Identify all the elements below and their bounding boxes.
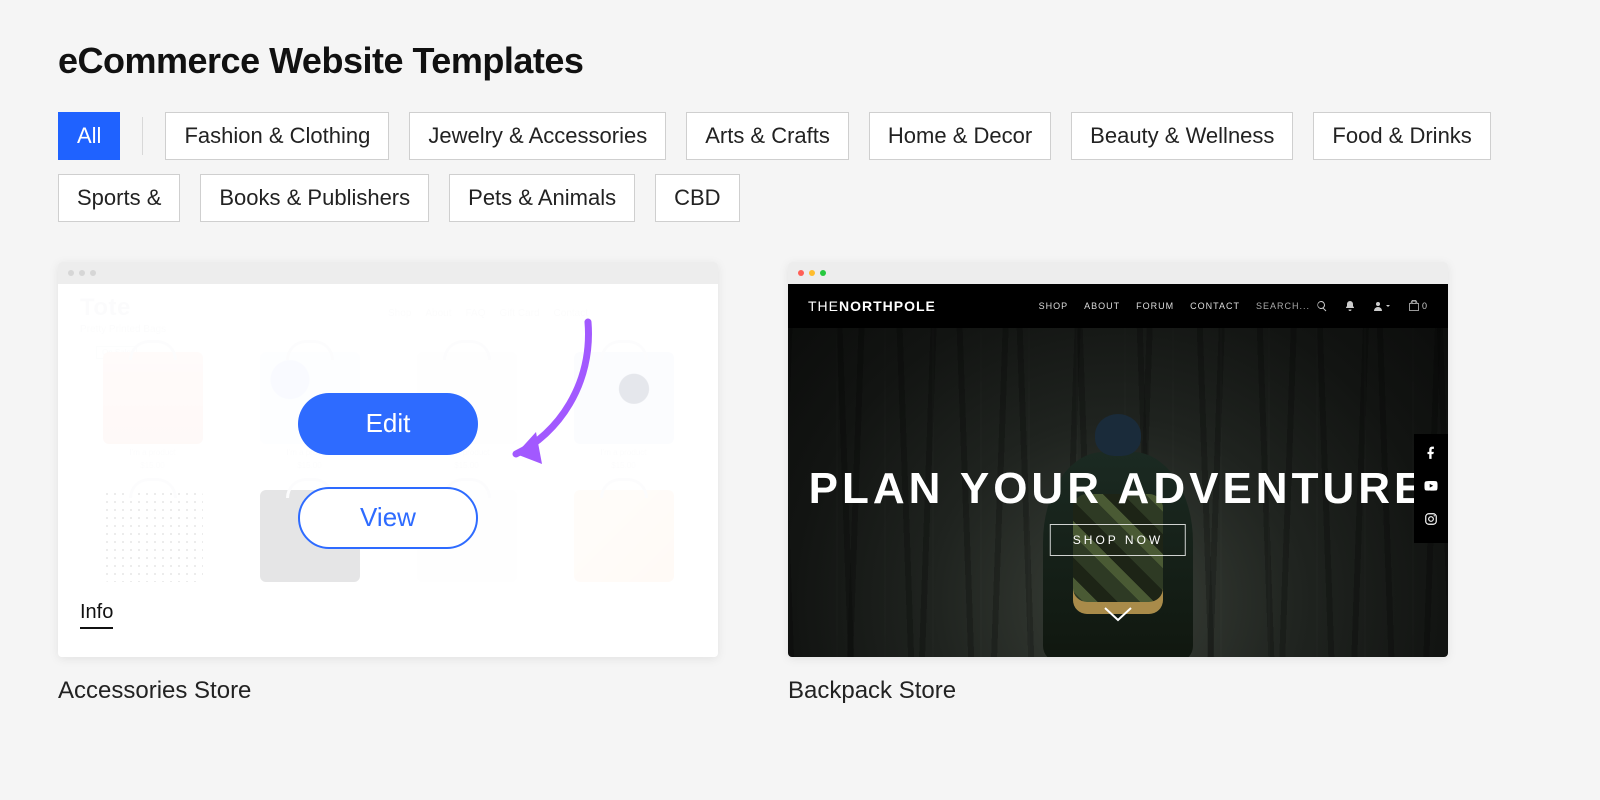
scroll-down-icon[interactable] [1103, 606, 1133, 629]
nav-forum[interactable]: FORUM [1136, 301, 1174, 311]
preview-top-nav: THENORTHPOLE SHOP ABOUT FORUM CONTACT SE… [788, 284, 1448, 328]
view-button[interactable]: View [298, 487, 478, 549]
filter-bar: All Fashion & Clothing Jewelry & Accesso… [58, 112, 1542, 222]
filter-cbd[interactable]: CBD [655, 174, 739, 222]
filter-beauty[interactable]: Beauty & Wellness [1071, 112, 1293, 160]
nav-about[interactable]: ABOUT [1084, 301, 1120, 311]
filter-fashion[interactable]: Fashion & Clothing [165, 112, 389, 160]
template-preview-backpack[interactable]: THENORTHPOLE SHOP ABOUT FORUM CONTACT SE… [788, 262, 1448, 657]
browser-chrome [58, 262, 718, 284]
filter-arts[interactable]: Arts & Crafts [686, 112, 849, 160]
filter-all[interactable]: All [58, 112, 120, 160]
browser-chrome [788, 262, 1448, 284]
info-link[interactable]: Info [80, 601, 113, 629]
nav-contact[interactable]: CONTACT [1190, 301, 1240, 311]
chevron-down-icon [1384, 300, 1392, 312]
hero-headline: PLAN YOUR ADVENTURE [788, 464, 1448, 514]
template-preview-accessories[interactable]: Tote Pretty Printed Bags Shop About FAQ … [58, 262, 718, 657]
template-title: Backpack Store [788, 677, 1448, 705]
filter-sports[interactable]: Sports & [58, 174, 180, 222]
account-icon[interactable] [1372, 300, 1392, 312]
search-input[interactable]: SEARCH... [1256, 300, 1328, 312]
page-title: eCommerce Website Templates [58, 40, 1542, 82]
instagram-icon[interactable] [1424, 512, 1438, 531]
search-icon [1316, 300, 1328, 312]
social-rail [1414, 434, 1448, 543]
filter-books[interactable]: Books & Publishers [200, 174, 429, 222]
preview-brand: THENORTHPOLE [808, 298, 936, 314]
notification-icon[interactable] [1344, 300, 1356, 312]
hover-controls: Edit View [58, 284, 718, 657]
youtube-icon[interactable] [1424, 479, 1438, 498]
facebook-icon[interactable] [1424, 446, 1438, 465]
filter-home[interactable]: Home & Decor [869, 112, 1051, 160]
filter-divider [142, 117, 143, 155]
template-title: Accessories Store [58, 677, 718, 705]
template-card-backpack: THENORTHPOLE SHOP ABOUT FORUM CONTACT SE… [788, 262, 1448, 705]
shop-now-button[interactable]: SHOP NOW [1050, 524, 1186, 556]
template-card-accessories: Tote Pretty Printed Bags Shop About FAQ … [58, 262, 718, 705]
filter-jewelry[interactable]: Jewelry & Accessories [409, 112, 666, 160]
nav-shop[interactable]: SHOP [1039, 301, 1069, 311]
edit-button[interactable]: Edit [298, 393, 478, 455]
filter-pets[interactable]: Pets & Animals [449, 174, 635, 222]
cart-icon[interactable]: 0 [1408, 300, 1428, 312]
filter-food[interactable]: Food & Drinks [1313, 112, 1490, 160]
